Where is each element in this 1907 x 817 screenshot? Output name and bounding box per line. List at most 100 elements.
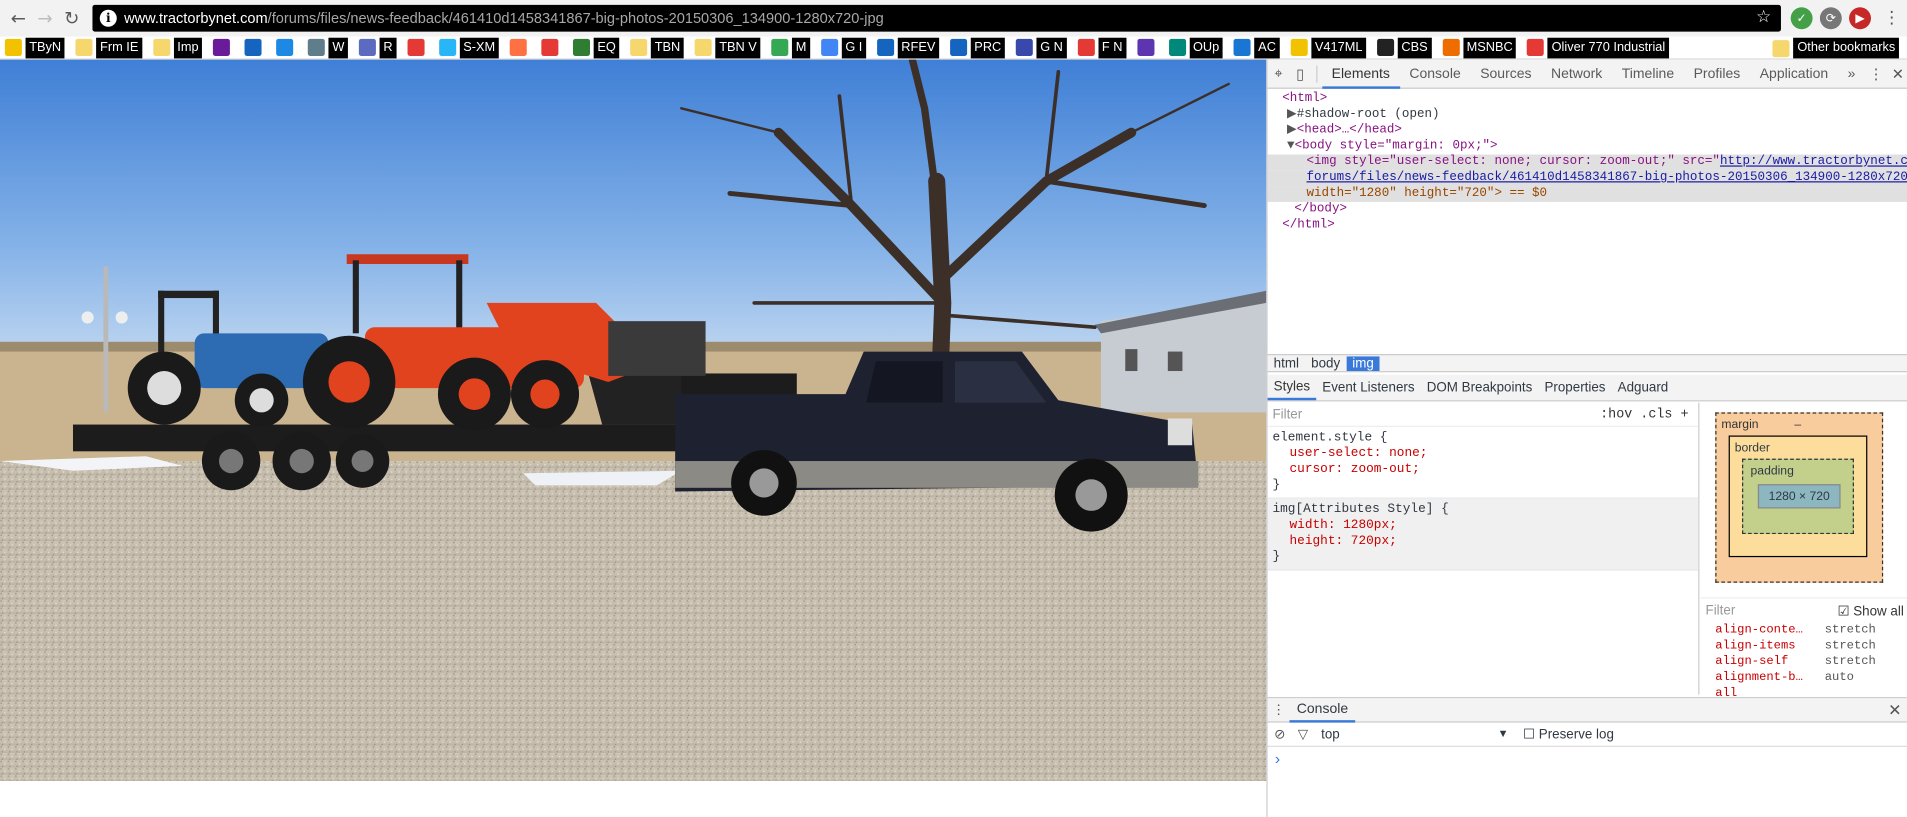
box-border[interactable]: border padding 1280 × 720: [1728, 435, 1868, 558]
bookmark-item[interactable]: Frm IE: [71, 37, 143, 58]
breadcrumb-body[interactable]: body: [1305, 356, 1346, 371]
tab-elements[interactable]: Elements: [1321, 59, 1400, 89]
style-rule-attributes[interactable]: img[Attributes Style] { width: 1280px; h…: [1267, 498, 1699, 571]
preserve-log-checkbox[interactable]: ☐ Preserve log: [1523, 726, 1614, 742]
dom-line-img-3[interactable]: width="1280" height="720"> == $0: [1267, 186, 1907, 202]
tractor-photo[interactable]: [0, 59, 1267, 781]
dom-line-img-1[interactable]: <img style="user-select: none; cursor: z…: [1267, 154, 1907, 171]
dom-line-body-close[interactable]: </body>: [1268, 202, 1907, 218]
bookmark-item[interactable]: [537, 37, 563, 58]
console-drawer-tab[interactable]: Console: [1289, 698, 1356, 722]
show-all-checkbox[interactable]: ☑ Show all: [1838, 603, 1904, 619]
bookmark-item[interactable]: F N: [1073, 37, 1127, 58]
bookmark-item[interactable]: TBN: [626, 37, 684, 58]
bookmark-item[interactable]: [272, 37, 298, 58]
bookmark-item[interactable]: G N: [1011, 37, 1067, 58]
expand-arrow-icon[interactable]: ▶: [1287, 107, 1297, 122]
rule-property[interactable]: user-select: none;: [1272, 446, 1693, 462]
rule-property[interactable]: cursor: zoom-out;: [1272, 462, 1693, 478]
back-arrow-icon[interactable]: ←: [5, 5, 32, 32]
subtab-event-listeners[interactable]: Event Listeners: [1316, 380, 1420, 395]
bookmark-item[interactable]: PRC: [945, 37, 1005, 58]
bookmark-item[interactable]: EQ: [568, 37, 620, 58]
address-bar[interactable]: i www.tractorbynet.com/forums/files/news…: [92, 4, 1781, 32]
bookmark-item[interactable]: MSNBC: [1437, 37, 1517, 58]
bookmark-item[interactable]: Oliver 770 Industrial: [1522, 37, 1669, 58]
bookmark-item[interactable]: TBN V: [690, 37, 761, 58]
bookmark-item[interactable]: [505, 37, 531, 58]
breadcrumb-html[interactable]: html: [1268, 356, 1305, 371]
close-drawer-icon[interactable]: ✕: [1888, 700, 1901, 719]
device-toolbar-icon[interactable]: ▯: [1289, 60, 1311, 87]
expand-arrow-icon[interactable]: ▶: [1287, 123, 1297, 138]
img-src-link-2[interactable]: forums/files/news-feedback/461410d145834…: [1307, 170, 1907, 185]
inspect-element-icon[interactable]: ⌖: [1268, 60, 1290, 87]
bookmark-item[interactable]: TByN: [0, 37, 65, 58]
dom-line-html-close[interactable]: </html>: [1268, 218, 1907, 234]
bookmark-item[interactable]: RFEV: [872, 37, 940, 58]
bookmark-item[interactable]: V417ML: [1286, 37, 1367, 58]
bookmark-item[interactable]: AC: [1229, 37, 1280, 58]
reload-icon[interactable]: ↻: [58, 5, 85, 32]
tab-timeline[interactable]: Timeline: [1612, 59, 1684, 88]
bookmark-item[interactable]: M: [767, 37, 811, 58]
subtab-dom-breakpoints[interactable]: DOM Breakpoints: [1421, 380, 1539, 395]
sync-extension-icon[interactable]: ⟳: [1819, 7, 1842, 30]
bookmark-item[interactable]: R: [354, 37, 397, 58]
computed-row[interactable]: align-conte… stretch: [1701, 623, 1907, 639]
subtab-styles[interactable]: Styles: [1267, 375, 1317, 400]
bookmark-item[interactable]: [240, 37, 266, 58]
bookmark-item[interactable]: [1132, 37, 1158, 58]
box-margin[interactable]: margin – border padding 1280 × 720: [1715, 412, 1884, 583]
img-src-link-1[interactable]: http://www.tractorbynet.com/: [1720, 154, 1907, 169]
context-selector[interactable]: top ▼: [1314, 727, 1508, 742]
filter-icon[interactable]: ▽: [1292, 726, 1314, 742]
dom-line-head[interactable]: ▶<head>…</head>: [1268, 123, 1907, 139]
box-padding[interactable]: padding 1280 × 720: [1742, 458, 1854, 535]
other-bookmarks[interactable]: Other bookmarks: [1768, 37, 1899, 59]
computed-row[interactable]: alignment-b… auto: [1701, 670, 1907, 686]
tab-network[interactable]: Network: [1541, 59, 1612, 88]
info-icon[interactable]: i: [99, 9, 117, 27]
hov-cls-buttons[interactable]: :hov .cls +: [1600, 407, 1688, 422]
bookmark-item[interactable]: [402, 37, 428, 58]
drawer-menu-icon[interactable]: ⋮: [1268, 702, 1290, 718]
shield-extension-icon[interactable]: ✓: [1790, 7, 1813, 30]
bookmark-item[interactable]: W: [303, 37, 349, 58]
more-tabs-icon[interactable]: »: [1838, 59, 1865, 88]
rule-property[interactable]: width: 1280px;: [1272, 518, 1693, 534]
computed-row[interactable]: align-items stretch: [1701, 639, 1907, 655]
dom-line-html[interactable]: <html>: [1268, 91, 1907, 107]
forward-arrow-icon[interactable]: →: [32, 5, 59, 32]
breadcrumb-img[interactable]: img: [1346, 355, 1380, 371]
bookmark-item[interactable]: OUp: [1164, 37, 1223, 58]
tab-application[interactable]: Application: [1750, 59, 1838, 88]
bookmark-item[interactable]: Imp: [148, 37, 203, 58]
computed-row[interactable]: align-self stretch: [1701, 654, 1907, 670]
clear-console-icon[interactable]: ⊘: [1268, 726, 1292, 742]
box-content-size[interactable]: 1280 × 720: [1757, 484, 1841, 509]
rule-property[interactable]: height: 720px;: [1272, 534, 1693, 550]
subtab-adguard[interactable]: Adguard: [1612, 380, 1675, 395]
dom-line-body[interactable]: ▼<body style="margin: 0px;">: [1268, 139, 1907, 155]
tab-profiles[interactable]: Profiles: [1684, 59, 1750, 88]
tab-sources[interactable]: Sources: [1470, 59, 1541, 88]
subtab-properties[interactable]: Properties: [1538, 380, 1611, 395]
bookmark-item[interactable]: [208, 37, 234, 58]
bookmark-item[interactable]: S-XM: [434, 37, 499, 58]
close-devtools-icon[interactable]: ✕: [1887, 60, 1907, 87]
dom-line-img-2[interactable]: forums/files/news-feedback/461410d145834…: [1267, 170, 1907, 187]
computed-filter[interactable]: Filter ☑ Show all: [1701, 599, 1907, 623]
console-prompt[interactable]: ›: [1268, 747, 1907, 771]
styles-filter[interactable]: Filter :hov .cls +: [1267, 403, 1699, 427]
devtools-menu-icon[interactable]: ⋮: [1865, 60, 1887, 87]
dom-line-shadow[interactable]: ▶#shadow-root (open): [1268, 107, 1907, 123]
chrome-menu-icon[interactable]: ⋮: [1881, 7, 1903, 29]
tab-console[interactable]: Console: [1400, 59, 1471, 88]
bookmark-item[interactable]: G I: [816, 37, 867, 58]
style-rule-element[interactable]: element.style { user-select: none; curso…: [1267, 427, 1699, 499]
star-icon[interactable]: ☆: [1756, 7, 1771, 26]
bookmark-item[interactable]: CBS: [1372, 37, 1432, 58]
url-text[interactable]: www.tractorbynet.com/forums/files/news-f…: [124, 10, 884, 27]
play-extension-icon[interactable]: ▶: [1849, 7, 1871, 30]
